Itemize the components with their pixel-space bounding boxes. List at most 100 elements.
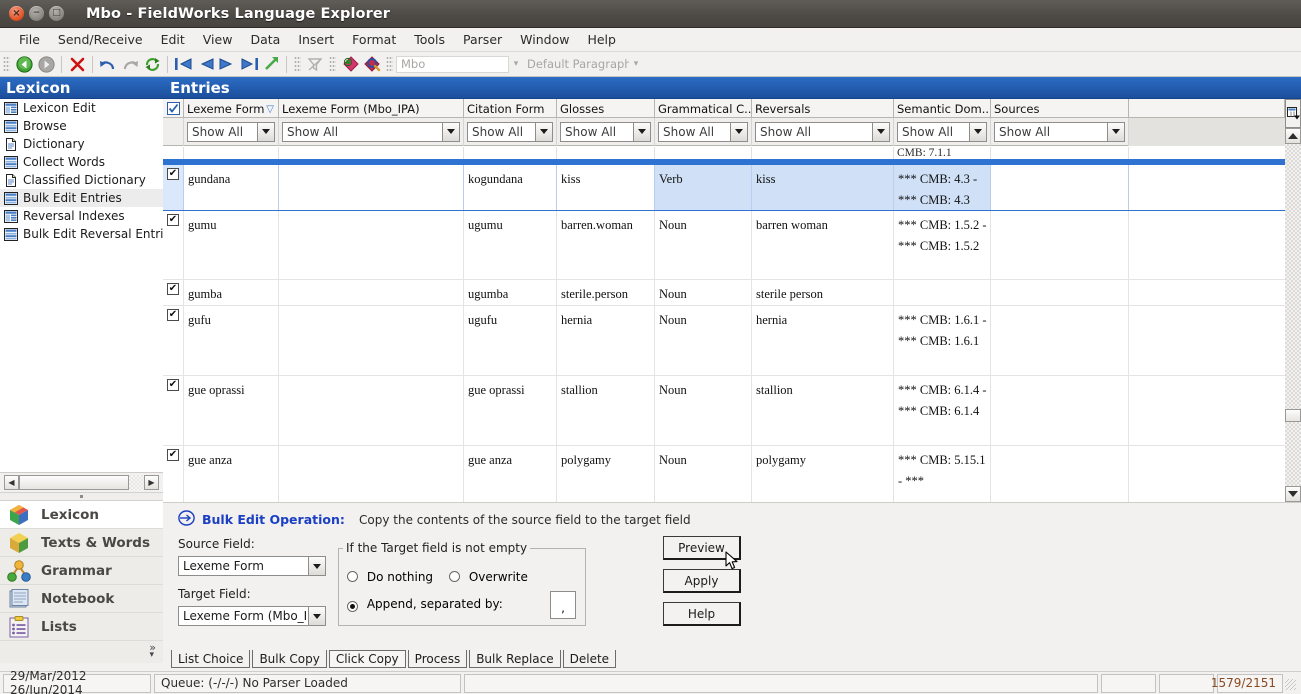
menu-item-edit[interactable]: Edit — [152, 29, 194, 50]
menu-item-window[interactable]: Window — [511, 29, 578, 50]
cell-semantic-domains[interactable]: *** CMB: 4.3 - *** CMB: 4.3 — [894, 165, 991, 210]
cell-glosses[interactable]: polygamy — [557, 446, 655, 502]
menu-item-format[interactable]: Format — [343, 29, 405, 50]
chevron-down-icon[interactable] — [535, 122, 552, 141]
column-header-reversals[interactable]: Reversals — [752, 99, 894, 117]
tab-bulk-copy[interactable]: Bulk Copy — [252, 650, 327, 668]
last-record-icon[interactable] — [238, 54, 260, 75]
cell-semantic-domains[interactable]: *** CMB: 1.5.2 - *** CMB: 1.5.2 — [894, 211, 991, 279]
row-checkbox[interactable] — [163, 376, 184, 445]
chevron-down-icon[interactable] — [1107, 122, 1124, 141]
sidebar-item-reversal-indexes[interactable]: Reversal Indexes — [0, 207, 163, 225]
select-all-checkbox[interactable] — [163, 99, 184, 117]
cell-grammatical-category[interactable]: Noun — [655, 306, 752, 375]
toolbar-grip[interactable] — [3, 55, 10, 73]
add-entry-icon[interactable] — [339, 54, 361, 75]
tab-list-choice[interactable]: List Choice — [171, 650, 251, 668]
filter-reversals[interactable]: Show All — [752, 117, 894, 146]
scroll-right-button[interactable]: ▶ — [144, 475, 159, 490]
table-row[interactable]: gumu ugumu barren.woman Noun barren woma… — [163, 211, 1285, 280]
column-header-semantic-domains[interactable]: Semantic Dom... — [894, 99, 991, 117]
cell-glosses[interactable]: barren.woman — [557, 211, 655, 279]
cell-sources[interactable] — [991, 211, 1129, 279]
table-row[interactable]: gundana kogundana kiss Verb kiss *** CMB… — [163, 164, 1285, 211]
radio-button[interactable] — [347, 571, 358, 582]
cell-semantic-domains[interactable]: *** CMB: 5.15.1 - *** — [894, 446, 991, 502]
scrollbar-track[interactable] — [19, 475, 144, 490]
cell-lexeme-form-ipa[interactable] — [279, 280, 464, 305]
first-record-icon[interactable] — [172, 54, 194, 75]
style-combo-chevron-down-icon[interactable]: ▾ — [629, 56, 643, 73]
next-record-icon[interactable] — [216, 54, 238, 75]
cell-semantic-domains[interactable] — [894, 280, 991, 305]
table-row[interactable]: gue anza gue anza polygamy Noun polygamy… — [163, 446, 1285, 502]
cell-lexeme-form[interactable]: gue anza — [184, 446, 279, 502]
chevron-down-icon[interactable] — [872, 122, 889, 141]
cell-lexeme-form[interactable]: gue oprassi — [184, 376, 279, 445]
column-header-glosses[interactable]: Glosses — [557, 99, 655, 117]
cell-glosses[interactable]: kiss — [557, 165, 655, 210]
menu-item-data[interactable]: Data — [241, 29, 289, 50]
cell-glosses[interactable]: stallion — [557, 376, 655, 445]
area-item-grammar[interactable]: Grammar — [0, 557, 163, 585]
cell-lexeme-form-ipa[interactable] — [279, 446, 464, 502]
preview-button[interactable]: Preview — [663, 536, 741, 560]
cell-lexeme-form-ipa[interactable] — [279, 165, 464, 210]
style-combo[interactable]: Default Paragraph — [523, 56, 629, 73]
cell-reversals[interactable]: kiss — [752, 165, 894, 210]
cell-semantic-domains[interactable]: *** CMB: 1.6.1 - *** CMB: 1.6.1 — [894, 306, 991, 375]
tab-click-copy[interactable]: Click Copy — [328, 650, 406, 668]
row-checkbox[interactable] — [163, 446, 184, 502]
window-resize-grip[interactable] — [1283, 674, 1299, 693]
menu-item-tools[interactable]: Tools — [405, 29, 454, 50]
cell-lexeme-form[interactable]: gundana — [184, 165, 279, 210]
sidebar-item-dictionary[interactable]: Dictionary — [0, 135, 163, 153]
cell-sources[interactable] — [991, 376, 1129, 445]
cell-sources[interactable] — [991, 280, 1129, 305]
cell-grammatical-category[interactable]: Noun — [655, 446, 752, 502]
scrollbar-thumb[interactable] — [19, 475, 129, 490]
delete-icon[interactable] — [66, 54, 88, 75]
chevron-down-icon[interactable] — [308, 557, 325, 575]
table-row[interactable]: gue oprassi gue oprassi stallion Noun st… — [163, 376, 1285, 446]
undo-icon[interactable] — [97, 54, 119, 75]
filter-lexeme-form-ipa[interactable]: Show All — [279, 117, 464, 146]
filter-glosses[interactable]: Show All — [557, 117, 655, 146]
refresh-icon[interactable] — [141, 54, 163, 75]
menu-item-parser[interactable]: Parser — [454, 29, 511, 50]
previous-record-icon[interactable] — [194, 54, 216, 75]
filter-lexeme-form[interactable]: Show All — [184, 117, 279, 146]
cell-citation-form[interactable]: ugumba — [464, 280, 557, 305]
sidebar-item-bulk-edit-reversal-entries[interactable]: Bulk Edit Reversal Entrie — [0, 225, 163, 243]
cell-sources[interactable] — [991, 306, 1129, 375]
filter-citation-form[interactable]: Show All — [464, 117, 557, 146]
separator-input[interactable]: , — [550, 591, 576, 619]
cell-reversals[interactable]: hernia — [752, 306, 894, 375]
menu-item-send-receive[interactable]: Send/Receive — [49, 29, 152, 50]
filter-semantic-domains[interactable]: Show All — [894, 117, 991, 146]
cell-sources[interactable] — [991, 165, 1129, 210]
sidebar-item-lexicon-edit[interactable]: Lexicon Edit — [0, 99, 163, 117]
source-field-select[interactable]: Lexeme Form — [178, 556, 326, 576]
area-overflow-button[interactable]: » ▾ — [0, 641, 163, 663]
configure-columns-icon[interactable] — [1285, 99, 1301, 128]
radio-do-nothing[interactable]: Do nothing — [347, 570, 433, 584]
row-checkbox[interactable] — [163, 280, 184, 305]
radio-append-separated-by[interactable]: Append, separated by: — [347, 597, 503, 612]
tab-process[interactable]: Process — [407, 650, 468, 668]
chevron-down-icon[interactable] — [969, 122, 986, 141]
tab-delete[interactable]: Delete — [562, 650, 617, 668]
column-header-lexeme-form-ipa[interactable]: Lexeme Form (Mbo_IPA) — [279, 99, 464, 117]
cell-grammatical-category[interactable]: Noun — [655, 280, 752, 305]
area-item-texts-and-words[interactable]: Texts & Words — [0, 529, 163, 557]
chevron-down-icon[interactable] — [442, 122, 459, 141]
cell-reversals[interactable]: barren woman — [752, 211, 894, 279]
toolbar-grip[interactable] — [386, 55, 393, 73]
scrollbar-thumb[interactable] — [1285, 409, 1301, 422]
scroll-up-button[interactable] — [1285, 128, 1301, 144]
scroll-down-button[interactable] — [1285, 486, 1301, 502]
cell-reversals[interactable]: sterile person — [752, 280, 894, 305]
area-item-notebook[interactable]: Notebook — [0, 585, 163, 613]
radio-button[interactable] — [347, 601, 358, 612]
cell-semantic-domains[interactable]: *** CMB: 6.1.4 - *** CMB: 6.1.4 — [894, 376, 991, 445]
